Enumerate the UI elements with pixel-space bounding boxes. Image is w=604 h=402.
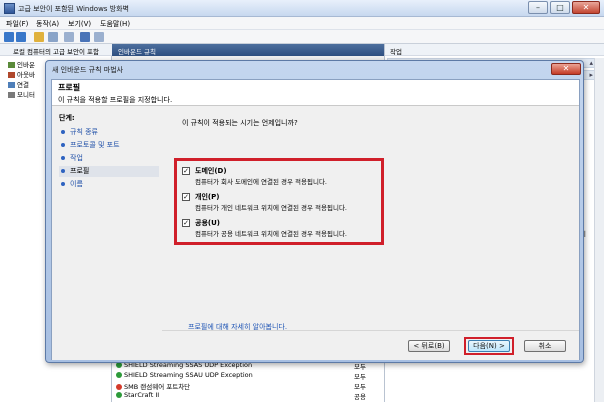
minimize-button[interactable]: – xyxy=(528,1,548,14)
properties-icon[interactable] xyxy=(94,32,104,42)
next-highlight-box xyxy=(464,337,514,355)
bullet-icon xyxy=(61,130,65,134)
step-protocol-ports[interactable]: 프로토콜 및 포트 xyxy=(59,140,159,151)
new-inbound-rule-wizard: 새 인바운드 규칙 마법사 ✕ 프로필 이 규칙을 적용할 프로필을 지정합니다… xyxy=(45,60,584,363)
inbound-rules-icon xyxy=(8,62,15,68)
actions-header: 작업 xyxy=(385,44,604,56)
chevron-right-icon: ▸ xyxy=(589,71,593,79)
step-action[interactable]: 작업 xyxy=(59,153,159,164)
block-icon xyxy=(116,384,122,390)
firewall-app-icon xyxy=(4,3,15,14)
back-arrow-icon[interactable] xyxy=(4,32,14,42)
public-description: 컴퓨터가 공용 네트워크 위치에 연결된 경우 적용됩니다. xyxy=(195,230,348,238)
folder-up-icon[interactable] xyxy=(34,32,44,42)
bullet-icon xyxy=(61,143,65,147)
step-profile[interactable]: 프로필 xyxy=(59,166,159,177)
table-row[interactable]: StarCraft II 공용 xyxy=(116,391,380,401)
tree-item-outbound[interactable]: 아웃바 xyxy=(8,69,35,79)
export-icon[interactable] xyxy=(64,32,74,42)
tree-item-inbound[interactable]: 인바운 xyxy=(8,59,35,69)
wizard-footer: < 뒤로(B) 다음(N) > 취소 xyxy=(162,330,579,360)
chevron-up-icon: ▴ xyxy=(589,59,593,67)
private-checkbox[interactable]: ✓ xyxy=(182,193,190,201)
center-pane-header: 인바운드 규칙 xyxy=(112,44,384,56)
bullet-icon xyxy=(61,156,65,160)
toolbar xyxy=(0,30,604,44)
console-title: 고급 보안이 포함된 Windows 방화벽 xyxy=(18,5,129,13)
step-name[interactable]: 이름 xyxy=(59,179,159,190)
tree-root-label: 로컬 컴퓨터의 고급 보안이 포함 xyxy=(13,48,100,56)
steps-label: 단계: xyxy=(59,114,75,122)
connection-rules-icon xyxy=(8,82,15,88)
tree-item-monitor[interactable]: 모니터 xyxy=(8,89,35,99)
menu-view[interactable]: 보기(V) xyxy=(68,19,91,29)
menu-help[interactable]: 도움말(H) xyxy=(100,19,130,29)
wizard-header: 프로필 이 규칙을 적용할 프로필을 지정합니다. xyxy=(52,80,579,106)
table-row[interactable]: SHIELD Streaming SSAU UDP Exception 모두 xyxy=(116,371,380,381)
page-title: 프로필 xyxy=(58,83,81,92)
step-rule-type[interactable]: 규칙 종류 xyxy=(59,127,159,138)
wizard-title: 새 인바운드 규칙 마법사 xyxy=(52,66,124,74)
public-label[interactable]: 공용(U) xyxy=(195,218,220,228)
menu-file[interactable]: 파일(F) xyxy=(6,19,28,29)
question-text: 이 규칙이 적용되는 시기는 언제입니까? xyxy=(182,119,298,127)
center-pane-title: 인바운드 규칙 xyxy=(118,48,156,56)
wizard-close-button[interactable]: ✕ xyxy=(551,63,581,75)
enabled-check-icon xyxy=(116,392,122,398)
menu-action[interactable]: 동작(A) xyxy=(36,19,59,29)
help-icon[interactable] xyxy=(80,32,90,42)
forward-arrow-icon[interactable] xyxy=(16,32,26,42)
actions-title: 작업 xyxy=(390,48,402,56)
page-subtitle: 이 규칙을 적용할 프로필을 지정합니다. xyxy=(58,96,173,104)
monitor-icon xyxy=(8,92,15,98)
show-tree-icon[interactable] xyxy=(48,32,58,42)
domain-checkbox[interactable]: ✓ xyxy=(182,167,190,175)
outbound-rules-icon xyxy=(8,72,15,78)
domain-label[interactable]: 도메인(D) xyxy=(195,166,227,176)
profile-page: 이 규칙이 적용되는 시기는 언제입니까? ✓ 도메인(D) 컴퓨터가 회사 도… xyxy=(162,107,579,331)
console-title-bar: 고급 보안이 포함된 Windows 방화벽 – □ ✕ xyxy=(0,0,604,17)
rules-list: SHIELD Streaming SSAS UDP Exception 모두 S… xyxy=(112,360,384,402)
bullet-icon xyxy=(61,169,65,173)
steps-panel: 단계: 규칙 종류 프로토콜 및 포트 작업 프로필 이름 xyxy=(52,107,162,360)
private-description: 컴퓨터가 개인 네트워크 위치에 연결된 경우 적용됩니다. xyxy=(195,204,348,212)
wizard-body: 프로필 이 규칙을 적용할 프로필을 지정합니다. 단계: 규칙 종류 프로토콜… xyxy=(51,79,580,360)
enabled-check-icon xyxy=(116,372,122,378)
cancel-button[interactable]: 취소 xyxy=(524,340,566,352)
maximize-button[interactable]: □ xyxy=(550,1,570,14)
bullet-icon xyxy=(61,182,65,186)
domain-description: 컴퓨터가 회사 도메인에 연결된 경우 적용됩니다. xyxy=(195,178,327,186)
vertical-scrollbar[interactable] xyxy=(594,58,604,402)
close-button[interactable]: ✕ xyxy=(572,1,600,14)
table-row[interactable]: SMB 랜섬웨어 포트차단 모두 xyxy=(116,381,380,391)
menu-bar: 파일(F) 동작(A) 보기(V) 도움말(H) xyxy=(0,17,604,30)
public-checkbox[interactable]: ✓ xyxy=(182,219,190,227)
tree-item-connection[interactable]: 연결 xyxy=(8,79,29,89)
private-label[interactable]: 개인(P) xyxy=(195,192,219,202)
back-button[interactable]: < 뒤로(B) xyxy=(408,340,450,352)
tree-root[interactable]: 로컬 컴퓨터의 고급 보안이 포함 xyxy=(0,44,112,56)
